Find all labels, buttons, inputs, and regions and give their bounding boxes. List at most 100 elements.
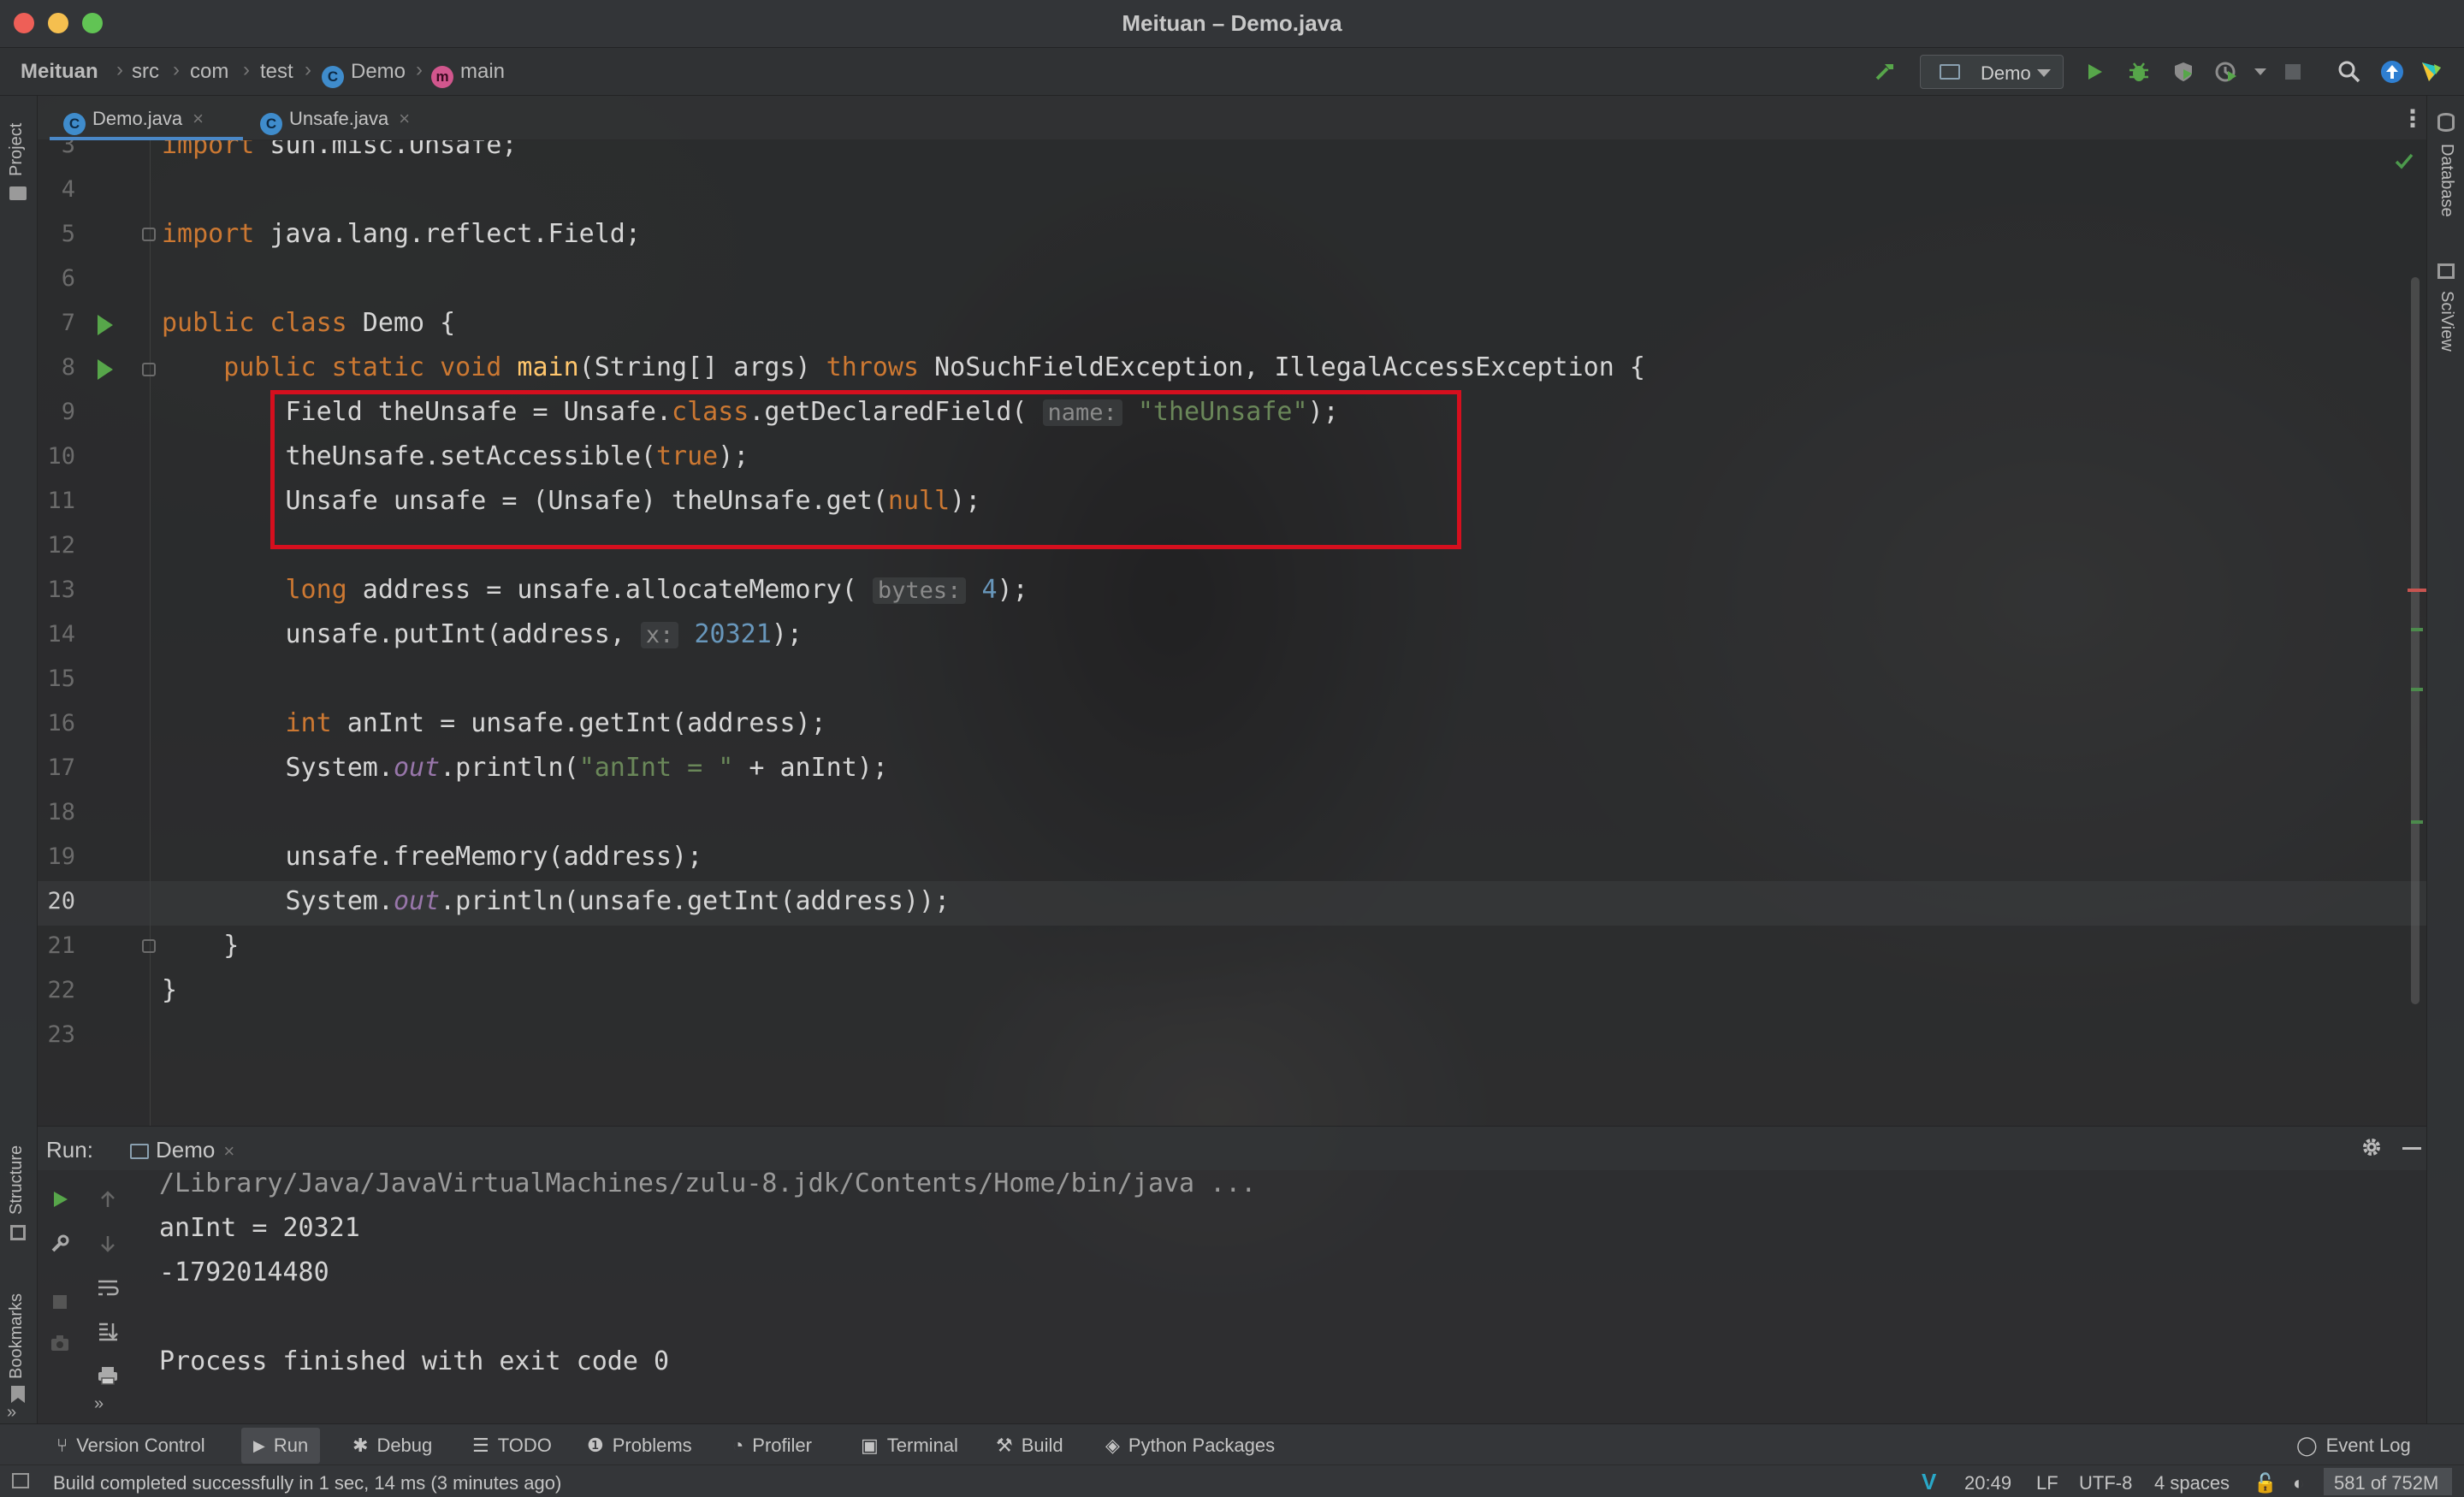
line-number: 15 [47, 666, 75, 692]
project-panel-toggle[interactable]: Project [7, 123, 27, 176]
scroll-to-end-icon[interactable] [94, 1317, 121, 1345]
line-separator[interactable]: LF [2036, 1472, 2058, 1494]
debug-icon[interactable] [2125, 58, 2153, 86]
tool-window-run[interactable]: ▶ Run [241, 1428, 321, 1464]
code-text: public static void main(String[] args) t… [223, 352, 1645, 382]
jetbrains-toolbox-icon[interactable] [2418, 58, 2445, 86]
inspection-icon[interactable]: ◐ [2293, 1472, 2304, 1494]
breadcrumb-class[interactable]: C Demo [322, 60, 406, 88]
run-panel-label: Run: [46, 1137, 93, 1163]
line-number: 14 [47, 621, 75, 648]
line-number: 20 [47, 888, 75, 914]
more-run-options-chevron-icon[interactable] [2247, 58, 2274, 86]
breadcrumb-com[interactable]: com [190, 60, 228, 84]
print-icon[interactable] [94, 1362, 121, 1389]
breadcrumb-method[interactable]: m main [431, 60, 505, 88]
breadcrumb-src[interactable]: src [132, 60, 159, 84]
more-actions-icon[interactable]: » [94, 1394, 104, 1414]
class-icon: C [322, 66, 344, 88]
run-tab-demo[interactable]: Demo × [130, 1137, 234, 1163]
tab-label: Unsafe.java [289, 108, 389, 129]
soft-wrap-icon[interactable] [94, 1275, 121, 1302]
update-icon[interactable] [2378, 58, 2406, 86]
info-stripe-mark[interactable] [2411, 628, 2423, 631]
error-stripe-mark[interactable] [2408, 589, 2426, 592]
tool-window-problems[interactable]: ❶ Problems [587, 1435, 692, 1457]
no-problems-check-icon[interactable] [2394, 151, 2414, 175]
lock-icon[interactable]: 🔓 [2254, 1472, 2277, 1494]
wrench-icon[interactable] [46, 1230, 74, 1257]
profile-icon[interactable] [2212, 58, 2240, 86]
chevron-right-icon: › [173, 58, 180, 81]
tool-window-build[interactable]: ⚒ Build [996, 1435, 1063, 1457]
breadcrumb-project[interactable]: Meituan [21, 60, 98, 84]
code-line: 3 import sun.misc.Unsafe; [38, 140, 2426, 169]
tool-window-profiler[interactable]: ◔ Profiler [732, 1435, 812, 1457]
run-tab-label: Demo [156, 1137, 216, 1163]
sciview-panel-toggle[interactable]: SciView [2437, 291, 2456, 352]
database-panel-toggle[interactable]: Database [2437, 144, 2456, 217]
tool-window-terminal[interactable]: ▣ Terminal [861, 1435, 958, 1457]
code-text: int anInt = unsafe.getInt(address); [285, 708, 826, 738]
tab-unsafe-java[interactable]: C Unsafe.java × [226, 96, 431, 140]
caret-position[interactable]: 20:49 [1964, 1472, 2011, 1494]
tool-window-debug[interactable]: ✱ Debug [352, 1435, 432, 1457]
code-editor[interactable]: 3 import sun.misc.Unsafe; 4 5 import jav… [38, 140, 2426, 1126]
search-icon[interactable] [2336, 58, 2363, 86]
structure-panel-toggle[interactable]: Structure [7, 1145, 27, 1215]
line-number: 9 [61, 399, 75, 425]
run-gutter-icon[interactable] [98, 315, 113, 335]
profiler-icon: ◔ [732, 1435, 744, 1456]
stop-icon[interactable] [2279, 58, 2307, 86]
close-tab-icon[interactable]: × [192, 108, 204, 129]
parameter-hint: x: [640, 622, 679, 648]
down-arrow-icon[interactable] [94, 1230, 121, 1257]
code-text: System.out.println(unsafe.getInt(address… [285, 886, 951, 916]
stop-icon[interactable] [46, 1288, 74, 1316]
run-gutter-icon[interactable] [98, 359, 113, 380]
bookmarks-panel-toggle[interactable]: Bookmarks [7, 1293, 27, 1379]
hammer-icon: ⚒ [996, 1435, 1013, 1456]
toggle-tool-windows-icon[interactable] [12, 1473, 29, 1488]
editor-scrollbar[interactable] [2411, 277, 2420, 1004]
fold-icon[interactable] [142, 939, 156, 953]
tab-demo-java[interactable]: C Demo.java × [50, 96, 243, 140]
camera-icon[interactable] [46, 1329, 74, 1357]
method-icon: m [431, 66, 453, 88]
code-line: 7 public class Demo { [38, 303, 2426, 347]
info-stripe-mark[interactable] [2411, 820, 2423, 824]
run-icon[interactable] [2081, 58, 2108, 86]
code-line: 6 [38, 258, 2426, 303]
status-message[interactable]: Build completed successfully in 1 sec, 1… [53, 1472, 561, 1494]
rerun-icon[interactable] [46, 1186, 74, 1213]
code-line: 15 [38, 659, 2426, 703]
console-line: -1792014480 [159, 1257, 329, 1287]
line-number: 23 [47, 1021, 75, 1048]
vim-icon[interactable]: V [1922, 1469, 1936, 1495]
close-tab-icon[interactable]: × [223, 1140, 234, 1162]
breadcrumb-test[interactable]: test [260, 60, 293, 84]
hammer-build-icon[interactable] [1872, 58, 1899, 86]
tool-window-label: TODO [497, 1435, 552, 1456]
tool-window-python-packages[interactable]: ◈ Python Packages [1105, 1435, 1275, 1457]
close-tab-icon[interactable]: × [399, 108, 410, 129]
tool-window-event-log[interactable]: ◯ Event Log [2296, 1435, 2411, 1457]
coverage-icon[interactable] [2170, 58, 2197, 86]
code-line: 8 public static void main(String[] args)… [38, 347, 2426, 392]
minimize-panel-icon[interactable] [2402, 1147, 2421, 1150]
parameter-hint: bytes: [872, 577, 967, 604]
memory-indicator[interactable]: 581 of 752M [2324, 1468, 2452, 1495]
tool-window-version-control[interactable]: ⑂ Version Control [56, 1435, 205, 1457]
run-configuration-dropdown[interactable]: Demo [1920, 55, 2064, 89]
tool-window-todo[interactable]: ☰ TODO [472, 1435, 552, 1457]
up-arrow-icon[interactable] [94, 1186, 121, 1213]
file-encoding[interactable]: UTF-8 [2079, 1472, 2132, 1494]
more-panels-icon[interactable]: » [7, 1403, 16, 1423]
indent-setting[interactable]: 4 spaces [2154, 1472, 2230, 1494]
fold-icon[interactable] [142, 363, 156, 376]
info-stripe-mark[interactable] [2411, 688, 2423, 691]
gear-icon[interactable] [2360, 1135, 2384, 1165]
more-actions-icon[interactable]: ⋮ [2401, 104, 2425, 133]
chevron-right-icon: › [305, 58, 311, 81]
fold-icon[interactable] [142, 228, 156, 241]
